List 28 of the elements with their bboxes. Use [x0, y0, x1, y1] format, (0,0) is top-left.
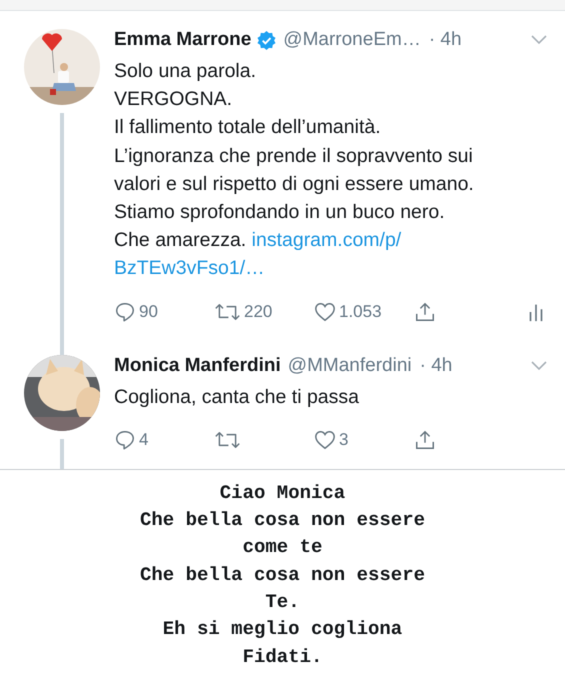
author-name[interactable]: Emma Marrone [114, 29, 252, 51]
tweet-text: Cogliona, canta che ti passa [114, 384, 360, 410]
action-count: 3 [339, 430, 348, 450]
caption-text: Ciao Monica [218, 480, 346, 506]
action-count: 4 [139, 430, 148, 450]
tweet-link[interactable]: instagram.com/p/ [252, 229, 402, 252]
caption-text: Che bella cosa non essere [138, 508, 426, 534]
reply-icon[interactable] [114, 428, 136, 451]
action-count: 1.053 [339, 302, 382, 322]
reply-icon[interactable] [114, 300, 136, 323]
tweet-link[interactable]: BzTEw3vFso1/… [114, 257, 265, 280]
caption-text: come te [242, 535, 324, 560]
caption-text: Fidati. [242, 644, 324, 670]
share-icon[interactable] [414, 428, 436, 451]
caption-text: Che bella cosa non essere [138, 562, 426, 588]
action-count: 220 [244, 302, 272, 322]
caption-text: Te. [264, 590, 301, 616]
caption-text: Eh si meglio cogliona [162, 617, 404, 642]
tweet-text: Solo una parola. VERGOGNA. Il fallimento totale dell’umanità. L’ignoranza che prende il sopravvento sui valori e sul rispetto di ogni essere umano. Stiamo sprofondando in un buco nero. Che amarezza. instagram.com/p/ BzTEw3vFso1/… [114, 59, 475, 282]
tweet-time: · 4h [428, 29, 462, 51]
author-handle[interactable]: @MarroneEm… [283, 29, 421, 51]
share-icon[interactable] [414, 300, 436, 323]
heart-icon[interactable] [314, 300, 336, 323]
heart-icon[interactable] [314, 428, 336, 451]
tweet-time: · 4h [420, 354, 452, 377]
action-count: 90 [139, 302, 158, 322]
author-handle[interactable]: @MManferdini [288, 354, 412, 377]
author-name[interactable]: Monica Manferdini [114, 354, 281, 377]
